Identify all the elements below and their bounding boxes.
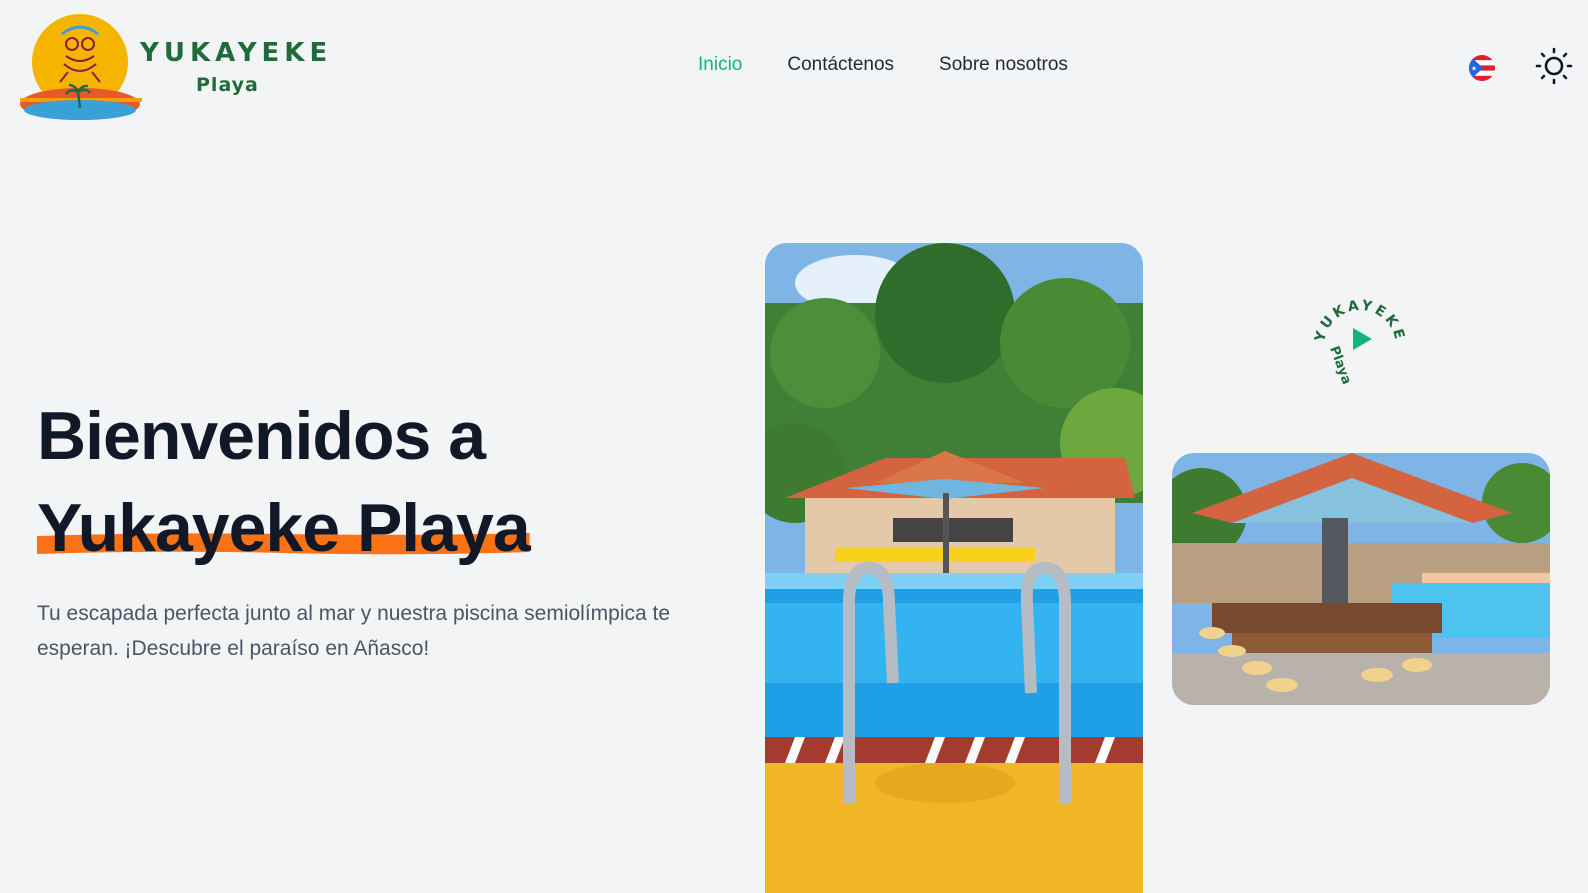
main-nav: Inicio Contáctenos Sobre nosotros bbox=[698, 53, 1068, 77]
badge-ring: YUKAYEKE Playa bbox=[1312, 297, 1405, 386]
theme-toggle-button[interactable] bbox=[1534, 46, 1574, 86]
site-logo[interactable]: YUKAYEKE Playa bbox=[20, 10, 327, 122]
pool-bar-photo-illustration bbox=[1172, 453, 1550, 705]
puerto-rico-flag-icon bbox=[1469, 55, 1495, 81]
pool-bar-photo bbox=[1172, 453, 1550, 705]
logo-subtitle: Playa bbox=[196, 74, 259, 96]
nav-link-sobre-nosotros[interactable]: Sobre nosotros bbox=[939, 53, 1068, 77]
sun-icon bbox=[1535, 47, 1573, 85]
badge-text-bottom: Playa bbox=[1326, 344, 1354, 386]
page: YUKAYEKE Playa Inicio Contáctenos Sobre … bbox=[0, 0, 1588, 893]
hero-subtitle: Tu escapada perfecta junto al mar y nues… bbox=[37, 602, 671, 660]
play-icon bbox=[1353, 328, 1372, 350]
pool-photo-illustration bbox=[765, 243, 1143, 893]
nav-link-inicio[interactable]: Inicio bbox=[698, 53, 742, 77]
nav-link-contactenos[interactable]: Contáctenos bbox=[787, 53, 894, 77]
language-button[interactable] bbox=[1466, 54, 1498, 82]
hero-title-line2: Yukayeke Playa bbox=[37, 490, 531, 566]
hero-title: Bienvenidos a Yukayeke Playa bbox=[37, 390, 531, 574]
hero-title-line1: Bienvenidos a bbox=[37, 398, 486, 474]
coqui-sun-logo-icon bbox=[20, 14, 142, 120]
video-play-badge[interactable]: YUKAYEKE Playa bbox=[1310, 290, 1410, 390]
logo-wordmark: YUKAYEKE bbox=[140, 38, 333, 68]
pool-photo bbox=[765, 243, 1143, 893]
hero-title-line2-wrap: Yukayeke Playa bbox=[37, 482, 531, 574]
